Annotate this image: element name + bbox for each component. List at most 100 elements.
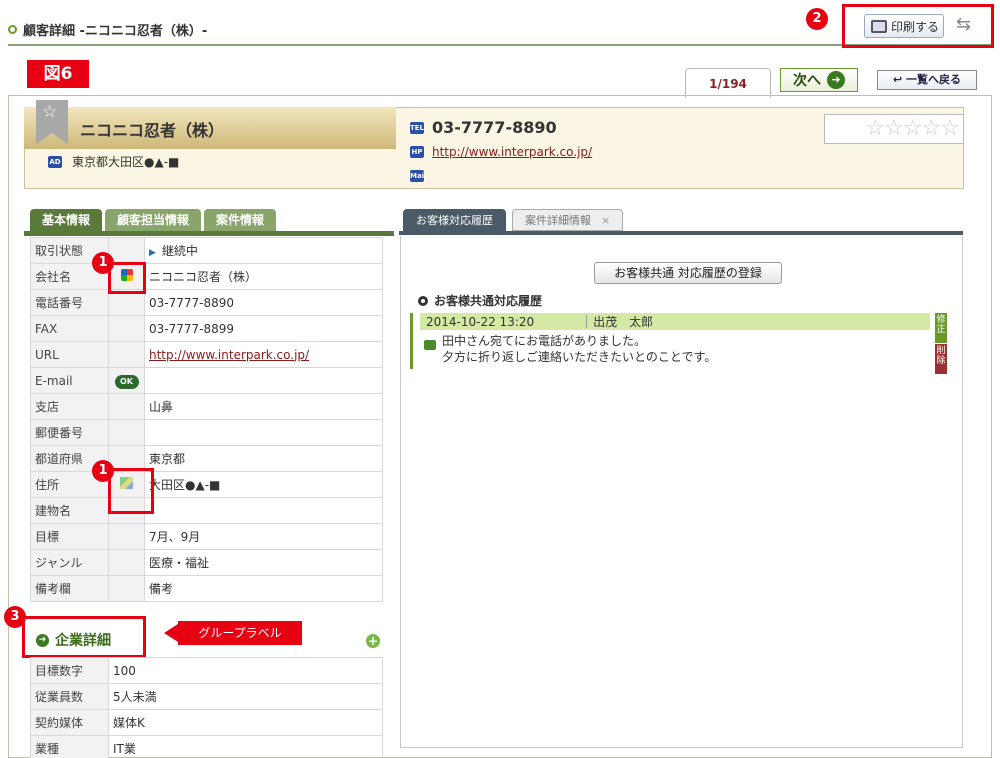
tab-customer-history[interactable]: お客様対応履歴 [403, 209, 506, 231]
address-row: AD 東京都大田区●▲-■ [48, 153, 179, 170]
title-bullet-icon [8, 25, 17, 34]
entry-line-2: 夕方に折り返しご連絡いただきたいとのことです。 [442, 350, 717, 364]
triangle-icon: ▶ [149, 248, 156, 258]
url-link[interactable]: http://www.interpark.co.jp/ [149, 348, 309, 362]
page-counter: 1/194 [685, 68, 771, 98]
group-title-text: 企業詳細 [55, 633, 111, 649]
email-value [144, 367, 383, 394]
group-label-callout: グループラベル [178, 621, 302, 645]
table-row: 電話番号 03-7777-8890 [30, 289, 383, 316]
row-label: 従業員数 [30, 683, 109, 710]
tab-project-detail-label: 案件詳細情報 [525, 214, 591, 227]
status-value: 継続中 [161, 244, 198, 258]
table-row: 業種 IT業 [30, 735, 383, 758]
row-label: 電話番号 [30, 289, 109, 316]
rating-stars[interactable]: ☆☆☆☆☆ [824, 114, 964, 144]
tab-project-info[interactable]: 案件情報 [204, 209, 277, 231]
divider [586, 315, 588, 328]
entry-datetime: 2014-10-22 13:20 [426, 314, 535, 329]
comment-icon [424, 340, 436, 350]
return-icon: ↩ [892, 73, 903, 86]
phone-value: 03-7777-8890 [144, 289, 383, 316]
annotation-box-map [108, 468, 154, 514]
company-name: ニコニコ忍者（株） [80, 121, 225, 140]
right-tab-bar: お客様対応履歴 案件詳細情報 × [403, 209, 624, 231]
back-button-label: 一覧へ戻る [906, 73, 962, 86]
table-row: 目標 7月、9月 [30, 523, 383, 550]
homepage-link[interactable]: http://www.interpark.co.jp/ [432, 145, 592, 159]
tab-project-detail[interactable]: 案件詳細情報 × [512, 209, 624, 231]
close-icon[interactable]: × [601, 214, 610, 227]
table-row: 目標数字 100 [30, 657, 383, 684]
arrow-right-icon: ➜ [827, 71, 845, 89]
row-label: 業種 [30, 735, 109, 758]
left-tab-bar: 基本情報 顧客担当情報 案件情報 [30, 209, 277, 231]
building-value [144, 497, 383, 524]
table-row: 建物名 [30, 497, 383, 524]
register-history-button[interactable]: お客様共通 対応履歴の登録 [594, 262, 782, 284]
entry-marker [410, 313, 413, 369]
history-entry-body: 田中さん宛てにお電話がありました。 夕方に折り返しご連絡いただきたいとのことです… [442, 333, 716, 365]
prefecture-value: 東京都 [144, 445, 383, 472]
bullet-icon [418, 295, 428, 306]
mail-icon[interactable]: Mail [410, 170, 427, 182]
annotation-box-search [108, 262, 146, 294]
history-entry-header: 2014-10-22 13:20 出茂 太郎 [420, 313, 930, 330]
row-label: 支店 [30, 393, 109, 420]
postal-value [144, 419, 383, 446]
history-title-text: お客様共通対応履歴 [434, 294, 543, 308]
table-row: 会社名 ニコニコ忍者（株） [30, 263, 383, 290]
refresh-icon[interactable]: ⇆ [956, 14, 971, 35]
table-row: ジャンル 医療・福祉 [30, 549, 383, 576]
page-title: 顧客詳細 -ニコニコ忍者（株）- [8, 20, 207, 39]
row-label: URL [30, 341, 109, 368]
genre-value: 医療・福祉 [144, 549, 383, 576]
row-label: 建物名 [30, 497, 109, 524]
left-tab-underline [24, 231, 394, 236]
table-row: 住所 大田区●▲-■ [30, 471, 383, 498]
homepage-row: HP http://www.interpark.co.jp/ [410, 145, 592, 159]
table-row: 備考欄 備考 [30, 575, 383, 602]
address-icon: AD [48, 155, 62, 168]
entry-staff: 出茂 太郎 [593, 315, 654, 329]
arrow-right-icon: ➜ [36, 633, 49, 647]
notes-value: 備考 [144, 575, 383, 602]
homepage-icon: HP [410, 146, 424, 158]
delete-button[interactable]: 削除 [935, 344, 947, 374]
edit-button[interactable]: 修正 [935, 313, 947, 343]
group-title[interactable]: ➜ 企業詳細 [36, 630, 111, 650]
print-button-label: 印刷する [891, 19, 940, 34]
tel-number: 03-7777-8890 [432, 118, 557, 137]
table-row: 従業員数 5人未満 [30, 683, 383, 710]
row-value: 媒体K [108, 709, 383, 736]
table-row: URL http://www.interpark.co.jp/ [30, 341, 383, 368]
next-button[interactable]: 次へ ➜ [780, 68, 858, 92]
row-value: 5人未満 [108, 683, 383, 710]
tab-basic-info[interactable]: 基本情報 [30, 209, 103, 231]
table-row: FAX 03-7777-8899 [30, 315, 383, 342]
print-button[interactable]: 印刷する [864, 14, 944, 38]
add-icon[interactable]: + [366, 634, 380, 648]
star-icon: ☆ [42, 102, 58, 122]
row-value: 100 [108, 657, 383, 684]
company-detail-table: 目標数字 100 従業員数 5人未満 契約媒体 媒体K 業種 IT業 [30, 657, 383, 758]
tab-contact-info[interactable]: 顧客担当情報 [105, 209, 202, 231]
figure-label: 図6 [27, 60, 89, 88]
fax-value: 03-7777-8899 [144, 315, 383, 342]
table-row: E-mail OK [30, 367, 383, 394]
row-label: 目標 [30, 523, 109, 550]
basic-info-table: 取引状態 ▶ 継続中 会社名 ニコニコ忍者（株） 電話番号 03-7777-8890 F… [30, 237, 383, 602]
next-button-label: 次へ [793, 73, 821, 89]
callout-pointer [164, 624, 178, 642]
table-row: 取引状態 ▶ 継続中 [30, 237, 383, 264]
right-tab-underline [399, 231, 963, 235]
row-label: ジャンル [30, 549, 109, 576]
email-ok-icon[interactable]: OK [114, 374, 139, 389]
tel-icon: TEL [410, 121, 425, 134]
row-label: E-mail [30, 367, 109, 394]
back-to-list-button[interactable]: ↩ 一覧へ戻る [877, 70, 977, 90]
branch-value: 山鼻 [144, 393, 383, 420]
address-value: 大田区●▲-■ [144, 471, 383, 498]
row-label: 契約媒体 [30, 709, 109, 736]
row-label: 郵便番号 [30, 419, 109, 446]
